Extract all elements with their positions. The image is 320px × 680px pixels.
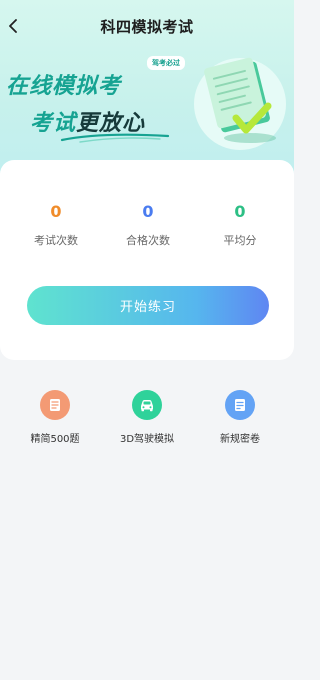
banner-slogan-line1: 在线模拟考 xyxy=(6,74,122,99)
back-arrow-icon xyxy=(9,19,17,33)
shortcut-3d-driving-label: 3D驾驶模拟 xyxy=(119,434,175,445)
stat-pass-count-value: 0 xyxy=(142,202,154,221)
stat-exam-count-label: 考试次数 xyxy=(34,234,78,247)
stat-exam-count: 0 考试次数 xyxy=(16,202,96,248)
notes-icon xyxy=(225,390,255,420)
stat-pass-count-label: 合格次数 xyxy=(126,234,170,247)
shortcut-500-questions[interactable]: 精简500题 xyxy=(10,390,100,445)
stats-card: 0 考试次数 0 合格次数 0 平均分 开始练习 xyxy=(0,160,294,360)
stat-average-score-label: 平均分 xyxy=(223,234,257,247)
car-icon xyxy=(132,390,162,420)
stat-pass-count: 0 合格次数 xyxy=(108,202,188,248)
start-practice-button[interactable]: 开始练习 xyxy=(27,286,269,325)
document-icon xyxy=(40,390,70,420)
shortcut-new-rules-paper-label: 新规密卷 xyxy=(220,434,260,445)
slogan-swoosh-decoration xyxy=(60,133,170,143)
exam-paper-illustration xyxy=(194,57,286,150)
top-bar: 科四模拟考试 xyxy=(0,0,294,52)
back-button[interactable] xyxy=(2,14,24,38)
shortcut-3d-driving[interactable]: 3D驾驶模拟 xyxy=(102,390,192,445)
page-title: 科四模拟考试 xyxy=(100,17,194,36)
shortcut-500-questions-label: 精简500题 xyxy=(30,434,80,445)
exam-pass-badge: 驾考必过 xyxy=(147,56,185,70)
stat-exam-count-value: 0 xyxy=(50,202,62,221)
stat-average-score-value: 0 xyxy=(234,202,246,221)
stat-average-score: 0 平均分 xyxy=(200,202,280,248)
shortcut-new-rules-paper[interactable]: 新规密卷 xyxy=(195,390,285,445)
